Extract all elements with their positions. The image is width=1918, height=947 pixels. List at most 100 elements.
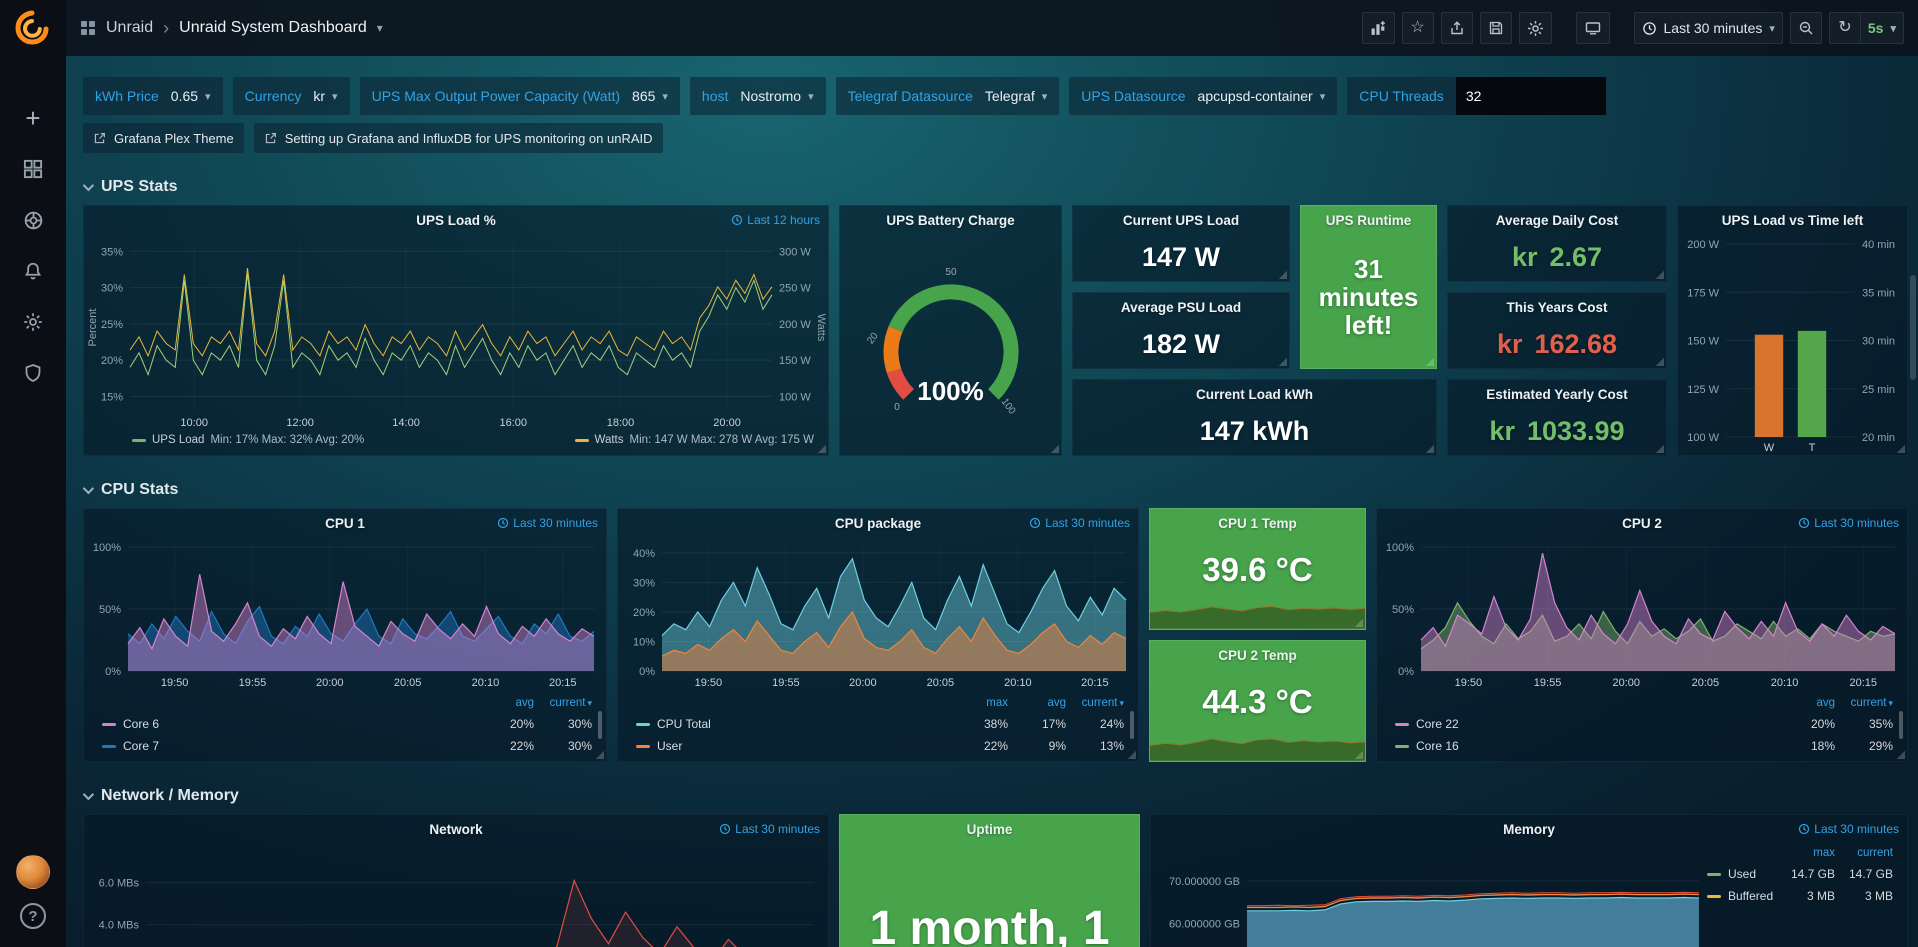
star-icon: ☆ [1410,20,1424,36]
clock-icon [719,823,731,835]
panel-title[interactable]: CPU 2 Temp [1218,648,1297,663]
panel-header[interactable]: UPS Battery Charge [840,206,1061,234]
cycle-view-mode-button[interactable] [1576,12,1610,44]
breadcrumb-folder[interactable]: Unraid [106,19,153,37]
ups-load-chart[interactable]: 15%20%25%30%35%100 W150 W200 W250 W300 W… [84,234,828,431]
legend-col-max[interactable]: max [950,697,1008,709]
time-badge: Last 30 minutes [497,516,598,530]
panel-title[interactable]: CPU 2 [1622,516,1662,531]
legend-row-cpu-total[interactable]: CPU Total 38% 17% 24% [636,713,1124,735]
legend-row-user[interactable]: User 22% 9% 13% [636,735,1124,757]
legend-row-buffered[interactable]: Buffered 3 MB 3 MB [1707,885,1893,907]
legend-row-core16[interactable]: Core 16 18% 29% [1395,735,1893,757]
legend-col-current[interactable]: current▾ [534,697,592,709]
configuration-button[interactable] [21,310,45,334]
section-network-memory[interactable]: Network / Memory [83,786,1908,806]
panel-title[interactable]: Uptime [967,822,1013,837]
svg-text:30%: 30% [101,283,123,295]
legend-row-core22[interactable]: Core 22 20% 35% [1395,713,1893,735]
legend-item-watts[interactable]: Watts Min: 147 W Max: 278 W Avg: 175 W [575,434,814,446]
grafana-logo[interactable] [13,8,53,48]
legend-scrollbar[interactable] [1130,711,1134,739]
panel-title[interactable]: This Years Cost [1506,300,1607,315]
panel-title[interactable]: UPS Load % [416,213,496,228]
link-ups-monitoring-guide[interactable]: Setting up Grafana and InfluxDB for UPS … [254,123,663,153]
page-scrollbar-thumb[interactable] [1910,275,1916,380]
star-button[interactable]: ☆ [1402,12,1434,44]
refresh-button[interactable]: ↻ [1829,12,1861,44]
section-title: Network / Memory [101,787,239,805]
panel-title[interactable]: CPU 1 [325,516,365,531]
panel-title[interactable]: UPS Runtime [1326,213,1412,228]
legend-row-core7[interactable]: Core 7 22% 30% [102,735,592,757]
svg-text:20:00: 20:00 [849,677,877,689]
panel-title[interactable]: CPU package [835,516,921,531]
variable-currency[interactable]: Currency kr▾ [233,77,350,115]
legend-item-ups-load[interactable]: UPS Load Min: 17% Max: 32% Avg: 20% [132,434,364,446]
panel-title[interactable]: Average Daily Cost [1496,213,1619,228]
variable-kwh-price[interactable]: kWh Price 0.65▾ [83,77,223,115]
zoom-out-button[interactable] [1790,12,1822,44]
dashboards-button[interactable] [21,157,45,181]
panel-title[interactable]: UPS Load vs Time left [1722,213,1864,228]
cpu1-chart[interactable]: 0%50%100%19:5019:5520:0020:0520:1020:15 [84,537,606,691]
panel-title[interactable]: CPU 1 Temp [1218,516,1297,531]
legend-col-current[interactable]: current [1835,847,1893,859]
legend-col-current[interactable]: current▾ [1835,697,1893,709]
variable-value[interactable]: 865▾ [632,88,668,104]
section-ups-stats[interactable]: UPS Stats [83,177,1908,197]
section-cpu-stats[interactable]: CPU Stats [83,480,1908,500]
user-avatar[interactable] [16,855,50,889]
explore-button[interactable] [21,208,45,232]
panel-title[interactable]: Current UPS Load [1123,213,1239,228]
cpu-threads-input[interactable]: 32 [1456,77,1606,115]
cpu-package-chart[interactable]: 0%10%20%30%40%19:5019:5520:0020:0520:102… [618,537,1138,691]
variable-ups-max-output[interactable]: UPS Max Output Power Capacity (Watt) 865… [360,77,680,115]
network-chart[interactable]: 2.0 MBs4.0 MBs6.0 MBs [84,843,828,947]
dashboard-settings-button[interactable] [1519,12,1552,44]
legend-col-avg[interactable]: avg [1008,697,1066,709]
panel-header[interactable]: UPS Load % [84,206,828,234]
legend-scrollbar[interactable] [598,711,602,739]
legend-col-avg[interactable]: avg [1777,697,1835,709]
time-range-picker[interactable]: Last 30 minutes ▾ [1634,12,1783,44]
variable-value[interactable]: apcupsd-container▾ [1198,88,1326,104]
variable-value[interactable]: 0.65▾ [171,88,211,104]
dashboard-dropdown-caret[interactable]: ▾ [377,21,383,35]
legend-scrollbar[interactable] [1899,711,1903,739]
panel-title[interactable]: Estimated Yearly Cost [1486,387,1628,402]
panel-title[interactable]: Current Load kWh [1196,387,1313,402]
panel-title[interactable]: Memory [1503,822,1555,837]
add-panel-button[interactable] [1362,12,1395,44]
refresh-interval-button[interactable]: 5s ▾ [1861,12,1904,44]
help-button[interactable]: ? [20,903,46,929]
legend-col-max[interactable]: max [1777,847,1835,859]
cpu2-chart[interactable]: 0%50%100%19:5019:5520:0020:0520:1020:15 [1377,537,1907,691]
clock-icon [1798,517,1810,529]
variable-host[interactable]: host Nostromo▾ [690,77,826,115]
breadcrumb-dashboard-title[interactable]: Unraid System Dashboard [179,19,367,37]
alerting-button[interactable] [21,259,45,283]
create-button[interactable]: + [21,106,45,130]
variable-value[interactable]: Nostromo▾ [740,88,813,104]
external-link-icon [93,132,106,145]
variable-telegraf-datasource[interactable]: Telegraf Datasource Telegraf▾ [836,77,1060,115]
variable-value[interactable]: kr▾ [313,88,337,104]
load-vs-time-chart[interactable]: 100 W125 W150 W175 W200 W20 min25 min30 … [1678,234,1907,455]
save-button[interactable] [1480,12,1512,44]
panel-title[interactable]: UPS Battery Charge [886,213,1014,228]
memory-chart[interactable]: 50.000000 GB60.000000 GB70.000000 GB [1151,843,1707,947]
svg-text:0%: 0% [639,666,655,678]
server-admin-button[interactable] [21,361,45,385]
link-grafana-plex-theme[interactable]: Grafana Plex Theme [83,123,244,153]
variable-ups-datasource[interactable]: UPS Datasource apcupsd-container▾ [1069,77,1337,115]
panel-title[interactable]: Average PSU Load [1121,300,1241,315]
panel-title[interactable]: Network [429,822,482,837]
legend-col-avg[interactable]: avg [476,697,534,709]
legend-row-core6[interactable]: Core 6 20% 30% [102,713,592,735]
legend-col-current[interactable]: current▾ [1066,697,1124,709]
breadcrumb-separator: › [163,18,169,39]
variable-value[interactable]: Telegraf▾ [985,88,1047,104]
share-button[interactable] [1441,12,1473,44]
legend-row-used[interactable]: Used 14.7 GB 14.7 GB [1707,863,1893,885]
